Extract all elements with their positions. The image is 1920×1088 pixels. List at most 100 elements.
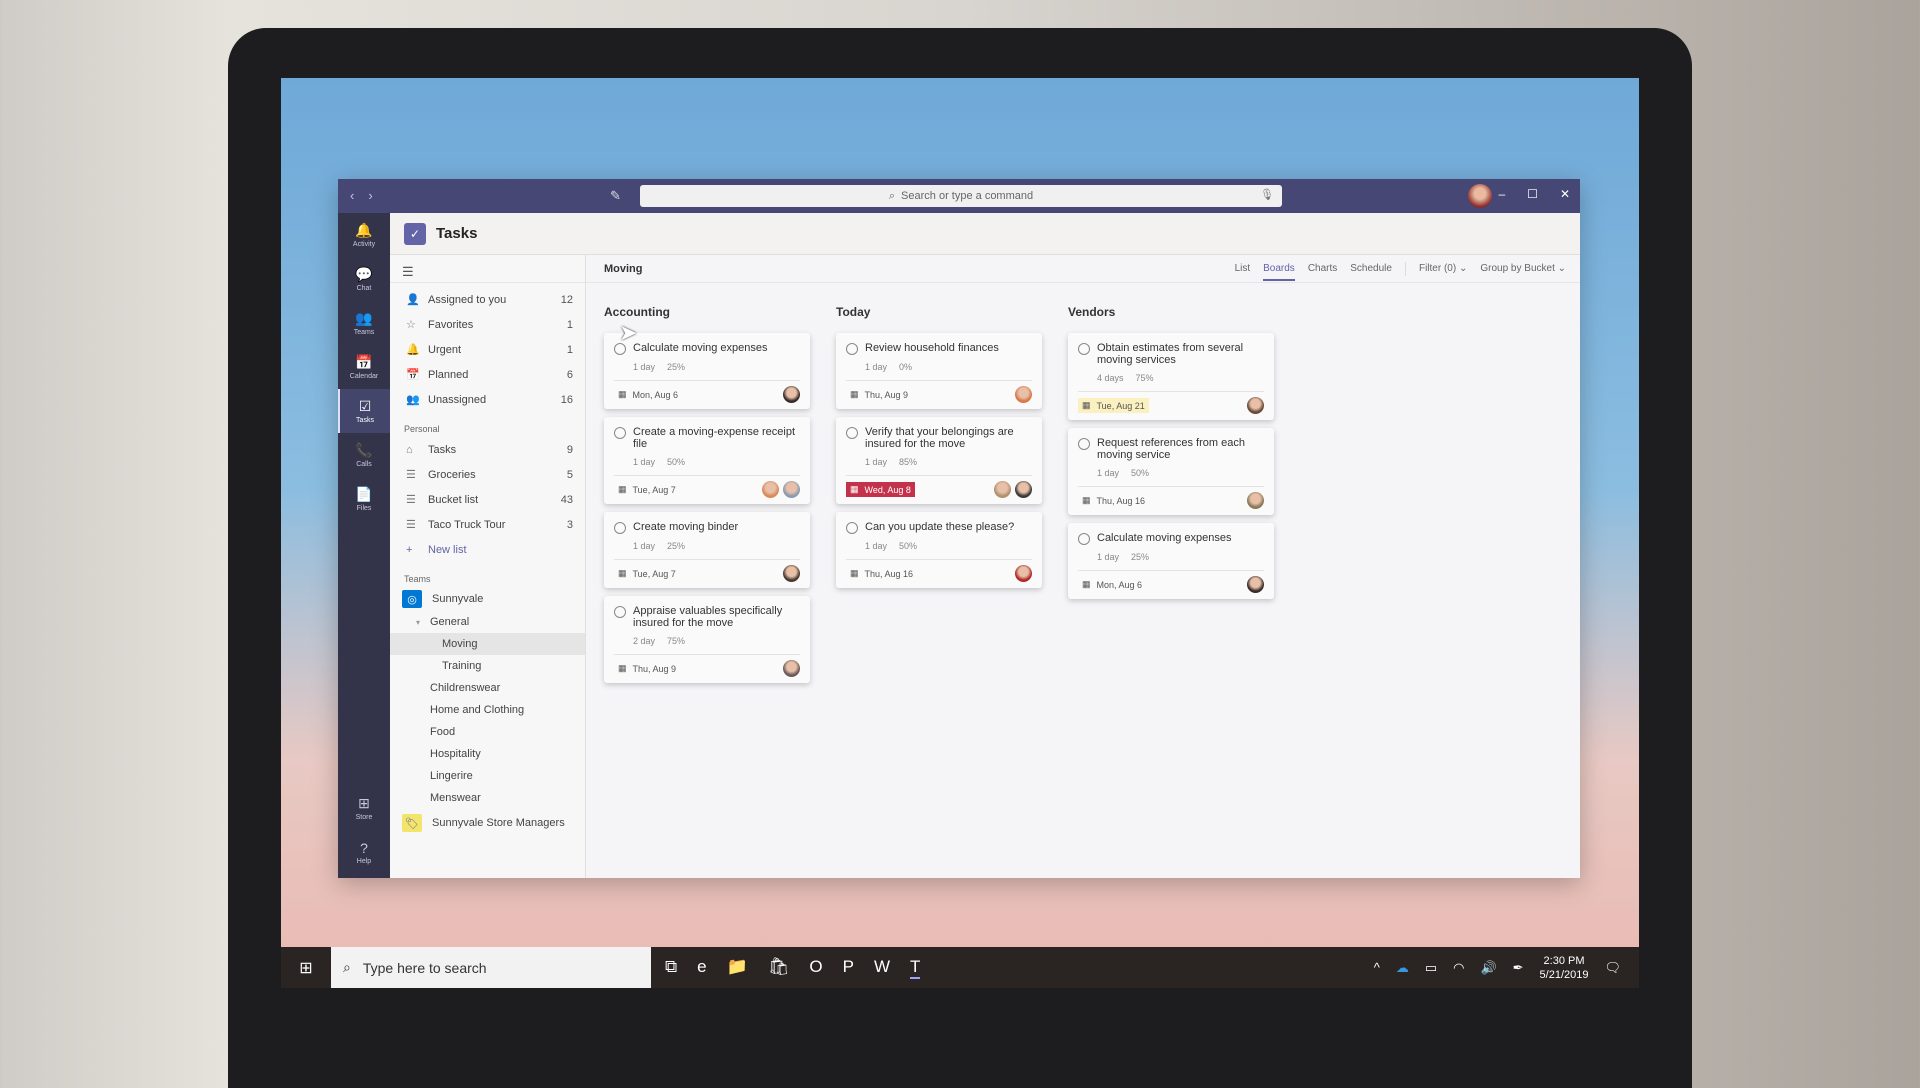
list-item-unassigned[interactable]: 👥 Unassigned 16	[390, 387, 585, 412]
list-item-favorites[interactable]: ☆ Favorites 1	[390, 312, 585, 337]
edge-icon[interactable]: e	[697, 957, 706, 979]
task-card[interactable]: Create moving binder 1 day 25% ▦ Tue, Aug 7	[604, 512, 810, 588]
due-date[interactable]: ▦ Tue, Aug 7	[614, 482, 680, 497]
task-card[interactable]: Request references from each moving serv…	[1068, 428, 1274, 515]
task-card[interactable]: Verify that your belongings are insured …	[836, 417, 1042, 504]
rail-files[interactable]: 📄 Files	[338, 477, 390, 521]
channel-item[interactable]: Food	[390, 721, 585, 743]
complete-checkbox[interactable]	[1078, 343, 1090, 355]
filter-dropdown[interactable]: Filter (0) ⌄	[1419, 263, 1467, 274]
hamburger-menu-icon[interactable]: ☰	[390, 255, 585, 283]
list-item-taco-truck-tour[interactable]: ☰ Taco Truck Tour 3	[390, 512, 585, 537]
team-sunnyvale-store-managers[interactable]: 🏷 Sunnyvale Store Managers	[390, 811, 585, 835]
profile-avatar[interactable]	[1468, 184, 1492, 208]
complete-checkbox[interactable]	[846, 427, 858, 439]
new-list-button[interactable]: + New list	[390, 537, 585, 562]
battery-icon[interactable]: ▭	[1425, 960, 1437, 976]
store-icon[interactable]: 🛍	[768, 957, 790, 979]
plan-training[interactable]: Training	[390, 655, 585, 677]
clock[interactable]: 2:30 PM 5/21/2019	[1540, 954, 1589, 982]
avatar[interactable]	[1015, 386, 1032, 403]
rail-help[interactable]: ? Help	[338, 830, 390, 874]
team-sunnyvale[interactable]: ◎ Sunnyvale	[390, 587, 585, 611]
tab-charts[interactable]: Charts	[1308, 263, 1337, 274]
rail-teams[interactable]: 👥 Teams	[338, 301, 390, 345]
due-date[interactable]: ▦ Wed, Aug 8	[846, 482, 915, 497]
complete-checkbox[interactable]	[614, 606, 626, 618]
back-icon[interactable]: ‹	[350, 188, 354, 203]
complete-checkbox[interactable]	[1078, 438, 1090, 450]
rail-chat[interactable]: 💬 Chat	[338, 257, 390, 301]
avatar[interactable]	[1015, 481, 1032, 498]
command-search-input[interactable]: ⌕ Search or type a command 🎙	[640, 185, 1282, 207]
due-date[interactable]: ▦ Tue, Aug 7	[614, 566, 680, 581]
complete-checkbox[interactable]	[614, 522, 626, 534]
task-view-icon[interactable]: ⧉	[665, 957, 677, 979]
avatar[interactable]	[1247, 492, 1264, 509]
channel-item[interactable]: Lingerire	[390, 765, 585, 787]
channel-item[interactable]: Home and Clothing	[390, 699, 585, 721]
task-card[interactable]: Create a moving-expense receipt file 1 da…	[604, 417, 810, 504]
tab-list[interactable]: List	[1235, 263, 1251, 274]
volume-icon[interactable]: 🔊	[1480, 960, 1496, 976]
taskbar-search-input[interactable]: ⌕ Type here to search	[331, 947, 651, 988]
avatar[interactable]	[783, 565, 800, 582]
channel-item[interactable]: Hospitality	[390, 743, 585, 765]
task-card[interactable]: Calculate moving expenses 1 day 25% ▦ Mon, A…	[1068, 523, 1274, 599]
rail-activity[interactable]: 🔔 Activity	[338, 213, 390, 257]
avatar[interactable]	[783, 481, 800, 498]
tab-schedule[interactable]: Schedule	[1350, 263, 1392, 274]
plan-moving[interactable]: Moving	[390, 633, 585, 655]
list-item-planned[interactable]: 📅 Planned 6	[390, 362, 585, 387]
channel-item[interactable]: Childrenswear	[390, 677, 585, 699]
microphone-icon[interactable]: 🎙	[1260, 188, 1274, 201]
onedrive-icon[interactable]: ☁	[1396, 960, 1409, 976]
group-by-dropdown[interactable]: Group by Bucket ⌄	[1480, 263, 1566, 274]
wifi-icon[interactable]: ◠	[1453, 960, 1464, 976]
rail-calendar[interactable]: 📅 Calendar	[338, 345, 390, 389]
windows-start-icon[interactable]: ⊞	[281, 958, 331, 978]
close-icon[interactable]: ✕	[1560, 187, 1570, 201]
due-date[interactable]: ▦ Thu, Aug 16	[846, 566, 917, 581]
notifications-icon[interactable]: 🗨	[1604, 960, 1621, 976]
file-explorer-icon[interactable]: 📁	[727, 957, 748, 979]
word-icon[interactable]: W	[874, 957, 890, 979]
rail-calls[interactable]: 📞 Calls	[338, 433, 390, 477]
minimize-icon[interactable]: –	[1498, 187, 1505, 201]
list-item-bucket-list[interactable]: ☰ Bucket list 43	[390, 487, 585, 512]
task-card[interactable]: Appraise valuables specifically insured …	[604, 596, 810, 683]
complete-checkbox[interactable]	[1078, 533, 1090, 545]
due-date[interactable]: ▦ Mon, Aug 6	[614, 387, 682, 402]
complete-checkbox[interactable]	[846, 522, 858, 534]
avatar[interactable]	[1015, 565, 1032, 582]
task-card[interactable]: Review household finances 1 day 0% ▦ Thu, Au…	[836, 333, 1042, 409]
avatar[interactable]	[783, 386, 800, 403]
maximize-icon[interactable]: ☐	[1527, 187, 1538, 201]
complete-checkbox[interactable]	[614, 427, 626, 439]
task-card[interactable]: Obtain estimates from several moving ser…	[1068, 333, 1274, 420]
due-date[interactable]: ▦ Tue, Aug 21	[1078, 398, 1149, 413]
outlook-icon[interactable]: O	[809, 957, 822, 979]
complete-checkbox[interactable]	[846, 343, 858, 355]
compose-icon[interactable]: ✎	[610, 188, 621, 204]
tab-boards[interactable]: Boards	[1263, 256, 1295, 281]
chevron-up-icon[interactable]: ^	[1374, 960, 1380, 975]
teams-icon[interactable]: T	[910, 957, 921, 979]
task-card[interactable]: Can you update these please? 1 day 50% ▦ Thu…	[836, 512, 1042, 588]
list-item-groceries[interactable]: ☰ Groceries 5	[390, 462, 585, 487]
avatar[interactable]	[762, 481, 779, 498]
avatar[interactable]	[994, 481, 1011, 498]
due-date[interactable]: ▦ Thu, Aug 16	[1078, 493, 1149, 508]
avatar[interactable]	[1247, 576, 1264, 593]
list-item-urgent[interactable]: 🔔 Urgent 1	[390, 337, 585, 362]
due-date[interactable]: ▦ Thu, Aug 9	[614, 661, 680, 676]
avatar[interactable]	[1247, 397, 1264, 414]
rail-tasks[interactable]: ☑ Tasks	[338, 389, 390, 433]
powerpoint-icon[interactable]: P	[843, 957, 854, 979]
channel-item[interactable]: Menswear	[390, 787, 585, 809]
channel-general[interactable]: ▾ General	[390, 611, 585, 633]
avatar[interactable]	[783, 660, 800, 677]
pen-icon[interactable]: ✒	[1513, 960, 1524, 976]
list-item-assigned-to-you[interactable]: 👤 Assigned to you 12	[390, 287, 585, 312]
list-item-tasks[interactable]: ⌂ Tasks 9	[390, 437, 585, 462]
